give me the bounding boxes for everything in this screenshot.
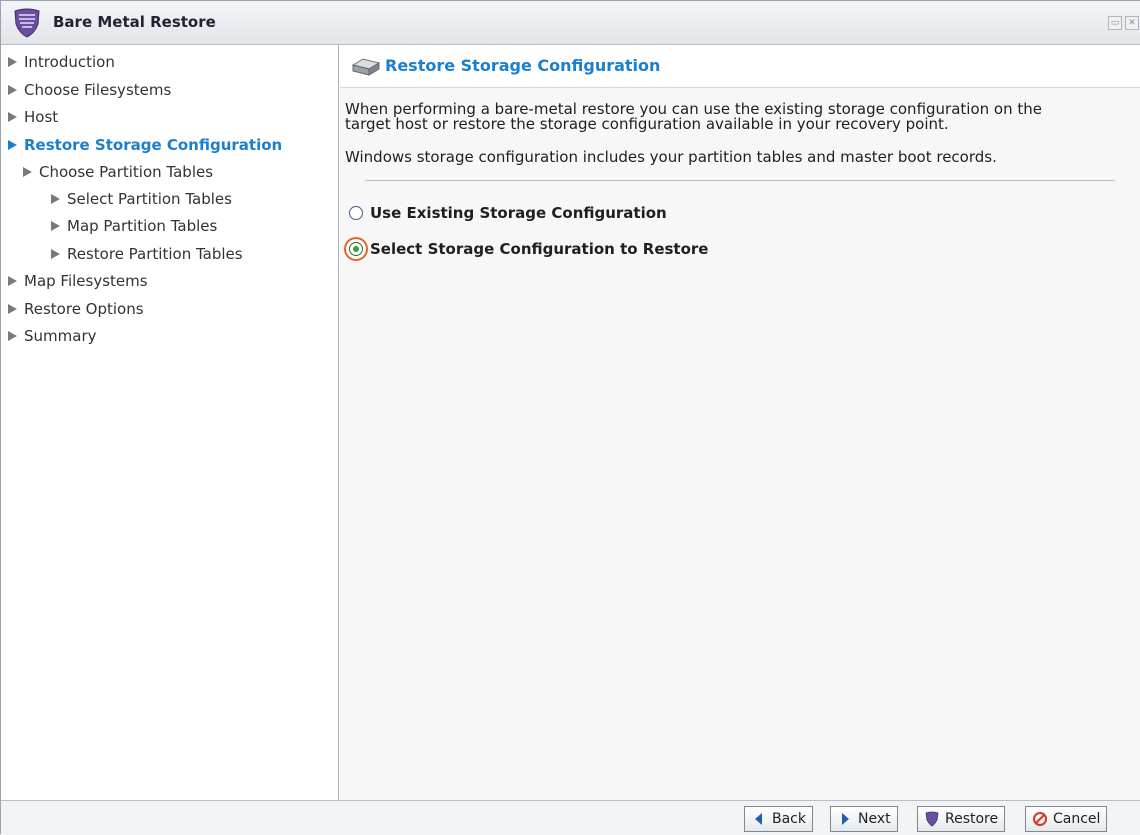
panel-title: Restore Storage Configuration (385, 56, 661, 75)
step-restore-partition-tables[interactable]: Restore Partition Tables (48, 245, 243, 263)
radio-button-selected[interactable] (349, 242, 363, 256)
close-button[interactable]: ✕ (1125, 16, 1139, 30)
next-arrow-icon (842, 813, 849, 825)
section-divider (365, 180, 1115, 181)
cancel-label: Cancel (1053, 811, 1101, 827)
arrow-right-icon (8, 140, 17, 150)
step-restore-storage-configuration[interactable]: Restore Storage Configuration (5, 136, 282, 154)
arrow-right-icon (8, 276, 17, 286)
step-label: Summary (24, 327, 97, 345)
step-content-panel: Restore Storage Configuration When perfo… (340, 45, 1140, 800)
maximize-button[interactable]: ▭ (1108, 16, 1122, 30)
arrow-right-icon (8, 304, 17, 314)
step-map-filesystems[interactable]: Map Filesystems (5, 272, 148, 290)
description-line-2: target host or restore the storage confi… (345, 115, 949, 133)
bare-metal-restore-window: Bare Metal Restore ▭ ✕ Introduction Choo… (0, 0, 1140, 835)
back-button[interactable]: Back (744, 806, 813, 832)
option-label: Use Existing Storage Configuration (370, 204, 667, 222)
cancel-button[interactable]: Cancel (1025, 806, 1108, 832)
cancel-icon (1033, 812, 1047, 826)
arrow-right-icon (51, 249, 60, 259)
use-existing-storage-option[interactable]: Use Existing Storage Configuration (349, 204, 667, 222)
arrow-right-icon (8, 85, 17, 95)
panel-header: Restore Storage Configuration (340, 45, 1140, 88)
restore-label: Restore (945, 811, 999, 827)
step-label: Introduction (24, 53, 115, 71)
select-storage-to-restore-option[interactable]: Select Storage Configuration to Restore (349, 240, 708, 258)
restore-button[interactable]: Restore (917, 806, 1006, 832)
wizard-steps-sidebar: Introduction Choose Filesystems Host Res… (1, 45, 339, 800)
back-arrow-icon (755, 813, 762, 825)
step-label: Restore Storage Configuration (24, 136, 283, 154)
next-button[interactable]: Next (830, 806, 898, 832)
next-label: Next (858, 811, 891, 827)
shield-icon (925, 811, 939, 827)
step-label: Select Partition Tables (67, 190, 232, 208)
step-label: Map Filesystems (24, 272, 148, 290)
arrow-right-icon (51, 194, 60, 204)
title-bar: Bare Metal Restore ▭ ✕ (1, 1, 1140, 45)
step-restore-options[interactable]: Restore Options (5, 300, 144, 318)
step-host[interactable]: Host (5, 108, 58, 126)
shield-icon (14, 8, 40, 38)
step-label: Restore Partition Tables (67, 245, 243, 263)
arrow-right-icon (8, 57, 17, 67)
hard-drive-icon (351, 58, 381, 76)
step-introduction[interactable]: Introduction (5, 53, 115, 71)
window-title: Bare Metal Restore (53, 13, 216, 31)
description-line-3: Windows storage configuration includes y… (345, 148, 997, 166)
step-label: Restore Options (24, 300, 144, 318)
step-label: Map Partition Tables (67, 217, 218, 235)
step-select-partition-tables[interactable]: Select Partition Tables (48, 190, 232, 208)
back-label: Back (772, 811, 806, 827)
step-summary[interactable]: Summary (5, 327, 97, 345)
option-label: Select Storage Configuration to Restore (370, 240, 709, 258)
step-label: Host (24, 108, 59, 126)
arrow-right-icon (8, 112, 17, 122)
step-choose-partition-tables[interactable]: Choose Partition Tables (20, 163, 213, 181)
arrow-right-icon (8, 331, 17, 341)
arrow-right-icon (23, 167, 32, 177)
step-choose-filesystems[interactable]: Choose Filesystems (5, 81, 171, 99)
step-label: Choose Filesystems (24, 81, 172, 99)
step-map-partition-tables[interactable]: Map Partition Tables (48, 217, 217, 235)
wizard-footer: Back Next Restore Cancel (1, 800, 1140, 835)
step-label: Choose Partition Tables (39, 163, 214, 181)
radio-button[interactable] (349, 206, 363, 220)
arrow-right-icon (51, 221, 60, 231)
